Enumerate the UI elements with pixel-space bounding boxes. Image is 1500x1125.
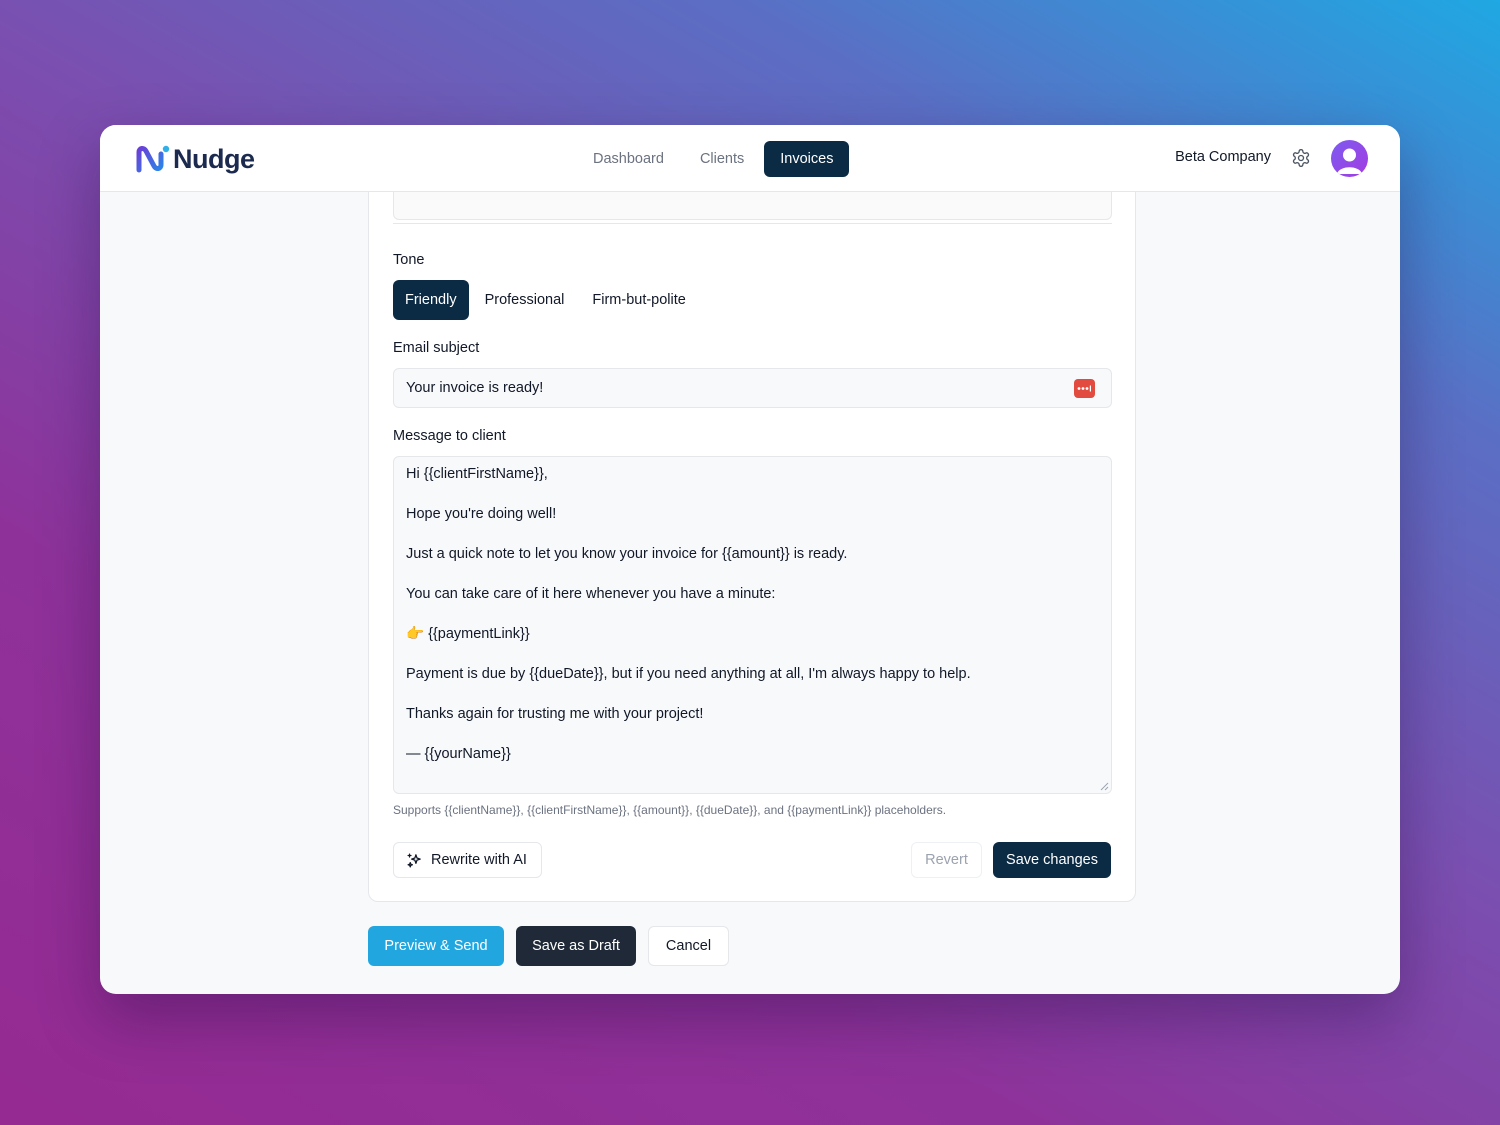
brand-logo[interactable]: Nudge (135, 141, 255, 177)
nav-clients[interactable]: Clients (684, 141, 760, 177)
app-window: Nudge Dashboard Clients Invoices Beta Co… (100, 125, 1400, 994)
top-header: Nudge Dashboard Clients Invoices Beta Co… (100, 125, 1400, 192)
resize-handle-icon[interactable] (1100, 782, 1109, 791)
password-manager-icon[interactable] (1074, 379, 1095, 398)
subject-input[interactable]: Your invoice is ready! (393, 368, 1112, 408)
template-editor-card: Tone Friendly Professional Firm-but-poli… (368, 145, 1136, 902)
message-line: Hope you're doing well! (406, 506, 557, 522)
rewrite-with-ai-button[interactable]: Rewrite with AI (393, 842, 542, 878)
nav-invoices[interactable]: Invoices (764, 141, 850, 177)
user-avatar[interactable] (1331, 140, 1368, 177)
message-line: Payment is due by {{dueDate}}, but if yo… (406, 666, 971, 682)
company-name[interactable]: Beta Company (1175, 149, 1271, 165)
cancel-button[interactable]: Cancel (648, 926, 729, 966)
tone-friendly[interactable]: Friendly (393, 280, 469, 320)
subject-value: Your invoice is ready! (406, 380, 544, 396)
dots-icon (1077, 385, 1091, 392)
message-label: Message to client (393, 428, 506, 444)
message-line: Thanks again for trusting me with your p… (406, 706, 704, 722)
preview-send-button[interactable]: Preview & Send (368, 926, 504, 966)
rewrite-label: Rewrite with AI (431, 852, 527, 868)
sparkles-icon (407, 852, 421, 868)
tone-selector: Friendly Professional Firm-but-polite (393, 280, 702, 320)
gear-icon[interactable] (1291, 148, 1311, 168)
nav-dashboard[interactable]: Dashboard (577, 141, 680, 177)
revert-button[interactable]: Revert (911, 842, 982, 878)
message-line: You can take care of it here whenever yo… (406, 586, 776, 602)
nudge-logo-icon (136, 145, 170, 173)
tone-label: Tone (393, 252, 425, 268)
message-line: Just a quick note to let you know your i… (406, 546, 848, 562)
tone-firm-but-polite[interactable]: Firm-but-polite (580, 280, 697, 320)
save-changes-button[interactable]: Save changes (993, 842, 1111, 878)
message-line: — {{yourName}} (406, 746, 511, 762)
main-nav: Dashboard Clients Invoices (577, 141, 850, 177)
user-icon (1337, 148, 1362, 174)
placeholder-hint: Supports {{clientName}}, {{clientFirstNa… (393, 803, 947, 817)
subject-label: Email subject (393, 340, 480, 356)
section-divider (393, 223, 1112, 224)
message-line: Hi {{clientFirstName}}, (406, 466, 548, 482)
message-textarea[interactable]: Hi {{clientFirstName}}, Hope you're doin… (393, 456, 1112, 794)
message-line: 👉 {{paymentLink}} (406, 626, 530, 642)
tone-professional[interactable]: Professional (473, 280, 577, 320)
brand-name: Nudge (173, 143, 255, 174)
save-draft-button[interactable]: Save as Draft (516, 926, 636, 966)
